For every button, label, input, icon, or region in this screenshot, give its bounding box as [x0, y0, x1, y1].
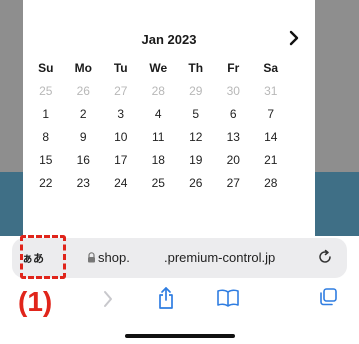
calendar-day[interactable]: 25 — [27, 84, 65, 98]
weekday-label: Fr — [227, 60, 240, 75]
weekday-label: Mo — [74, 60, 92, 75]
calendar-day[interactable]: 9 — [65, 130, 103, 144]
calendar-day[interactable]: 18 — [140, 153, 178, 167]
calendar-day[interactable]: 29 — [177, 84, 215, 98]
weekday-row: Su Mo Tu We Th Fr Sa — [27, 56, 311, 79]
week-row: 8 9 10 11 12 13 14 — [27, 125, 311, 148]
home-indicator — [125, 334, 235, 338]
calendar-day[interactable]: 11 — [140, 130, 178, 144]
forward-icon[interactable] — [102, 289, 114, 309]
weekday-label: Tu — [113, 60, 128, 75]
calendar-day[interactable]: 23 — [65, 176, 103, 190]
calendar-day[interactable]: 4 — [140, 107, 178, 121]
calendar-day[interactable]: 6 — [215, 107, 253, 121]
calendar-day[interactable]: 25 — [140, 176, 178, 190]
calendar-day[interactable]: 28 — [252, 176, 290, 190]
calendar-day[interactable]: 15 — [27, 153, 65, 167]
calendar-day[interactable]: 31 — [252, 84, 290, 98]
calendar-day[interactable]: 13 — [215, 130, 253, 144]
next-month-button[interactable] — [285, 30, 303, 50]
weekday-label: Sa — [263, 60, 279, 75]
calendar-day[interactable]: 2 — [65, 107, 103, 121]
week-row: 22 23 24 25 26 27 28 — [27, 171, 311, 194]
month-label: Jan 2023 — [141, 32, 197, 47]
date-picker: Jan 2023 Su Mo Tu We Th Fr Sa 25 26 27 28 29… — [23, 0, 315, 236]
week-row: 25 26 27 28 29 30 31 — [27, 79, 311, 102]
calendar-day[interactable]: 7 — [252, 107, 290, 121]
chevron-right-icon — [289, 30, 299, 46]
calendar-day[interactable]: 26 — [65, 84, 103, 98]
calendar-day[interactable]: 27 — [215, 176, 253, 190]
calendar-day[interactable]: 20 — [215, 153, 253, 167]
tabs-icon[interactable] — [318, 287, 338, 307]
calendar-day[interactable]: 10 — [102, 130, 140, 144]
weekday-label: Th — [188, 60, 204, 75]
calendar-day[interactable]: 3 — [102, 107, 140, 121]
calendar-day[interactable]: 17 — [102, 153, 140, 167]
calendar-day[interactable]: 8 — [27, 130, 65, 144]
annotation-highlight-box — [20, 235, 66, 279]
calendar-day[interactable]: 27 — [102, 84, 140, 98]
calendar-day[interactable]: 21 — [252, 153, 290, 167]
weekday-label: Su — [38, 60, 54, 75]
url-text-domain[interactable]: .premium-control.jp — [164, 250, 275, 265]
annotation-label: (1) — [18, 286, 53, 317]
calendar-header: Jan 2023 — [23, 30, 315, 52]
week-row: 15 16 17 18 19 20 21 — [27, 148, 311, 171]
calendar-day[interactable]: 24 — [102, 176, 140, 190]
calendar-day[interactable]: 26 — [177, 176, 215, 190]
week-row: 1234567 — [27, 102, 311, 125]
url-text-domain-prefix[interactable]: shop. — [98, 250, 130, 265]
calendar-day[interactable]: 16 — [65, 153, 103, 167]
calendar-day[interactable]: 22 — [27, 176, 65, 190]
calendar-grid: Su Mo Tu We Th Fr Sa 25 26 27 28 29 30 31 1 2 3 4 5… — [27, 56, 311, 194]
calendar-day[interactable]: 19 — [177, 153, 215, 167]
calendar-day[interactable]: 28 — [140, 84, 178, 98]
calendar-day[interactable]: 12 — [177, 130, 215, 144]
reload-icon[interactable] — [317, 249, 333, 265]
calendar-day[interactable]: 5 — [177, 107, 215, 121]
lock-icon — [88, 252, 95, 263]
weekday-label: We — [149, 60, 168, 75]
bookmarks-icon[interactable] — [216, 289, 240, 307]
calendar-day[interactable]: 30 — [215, 84, 253, 98]
calendar-day[interactable]: 1 — [27, 107, 65, 121]
share-icon[interactable] — [157, 286, 175, 310]
calendar-day[interactable]: 14 — [252, 130, 290, 144]
